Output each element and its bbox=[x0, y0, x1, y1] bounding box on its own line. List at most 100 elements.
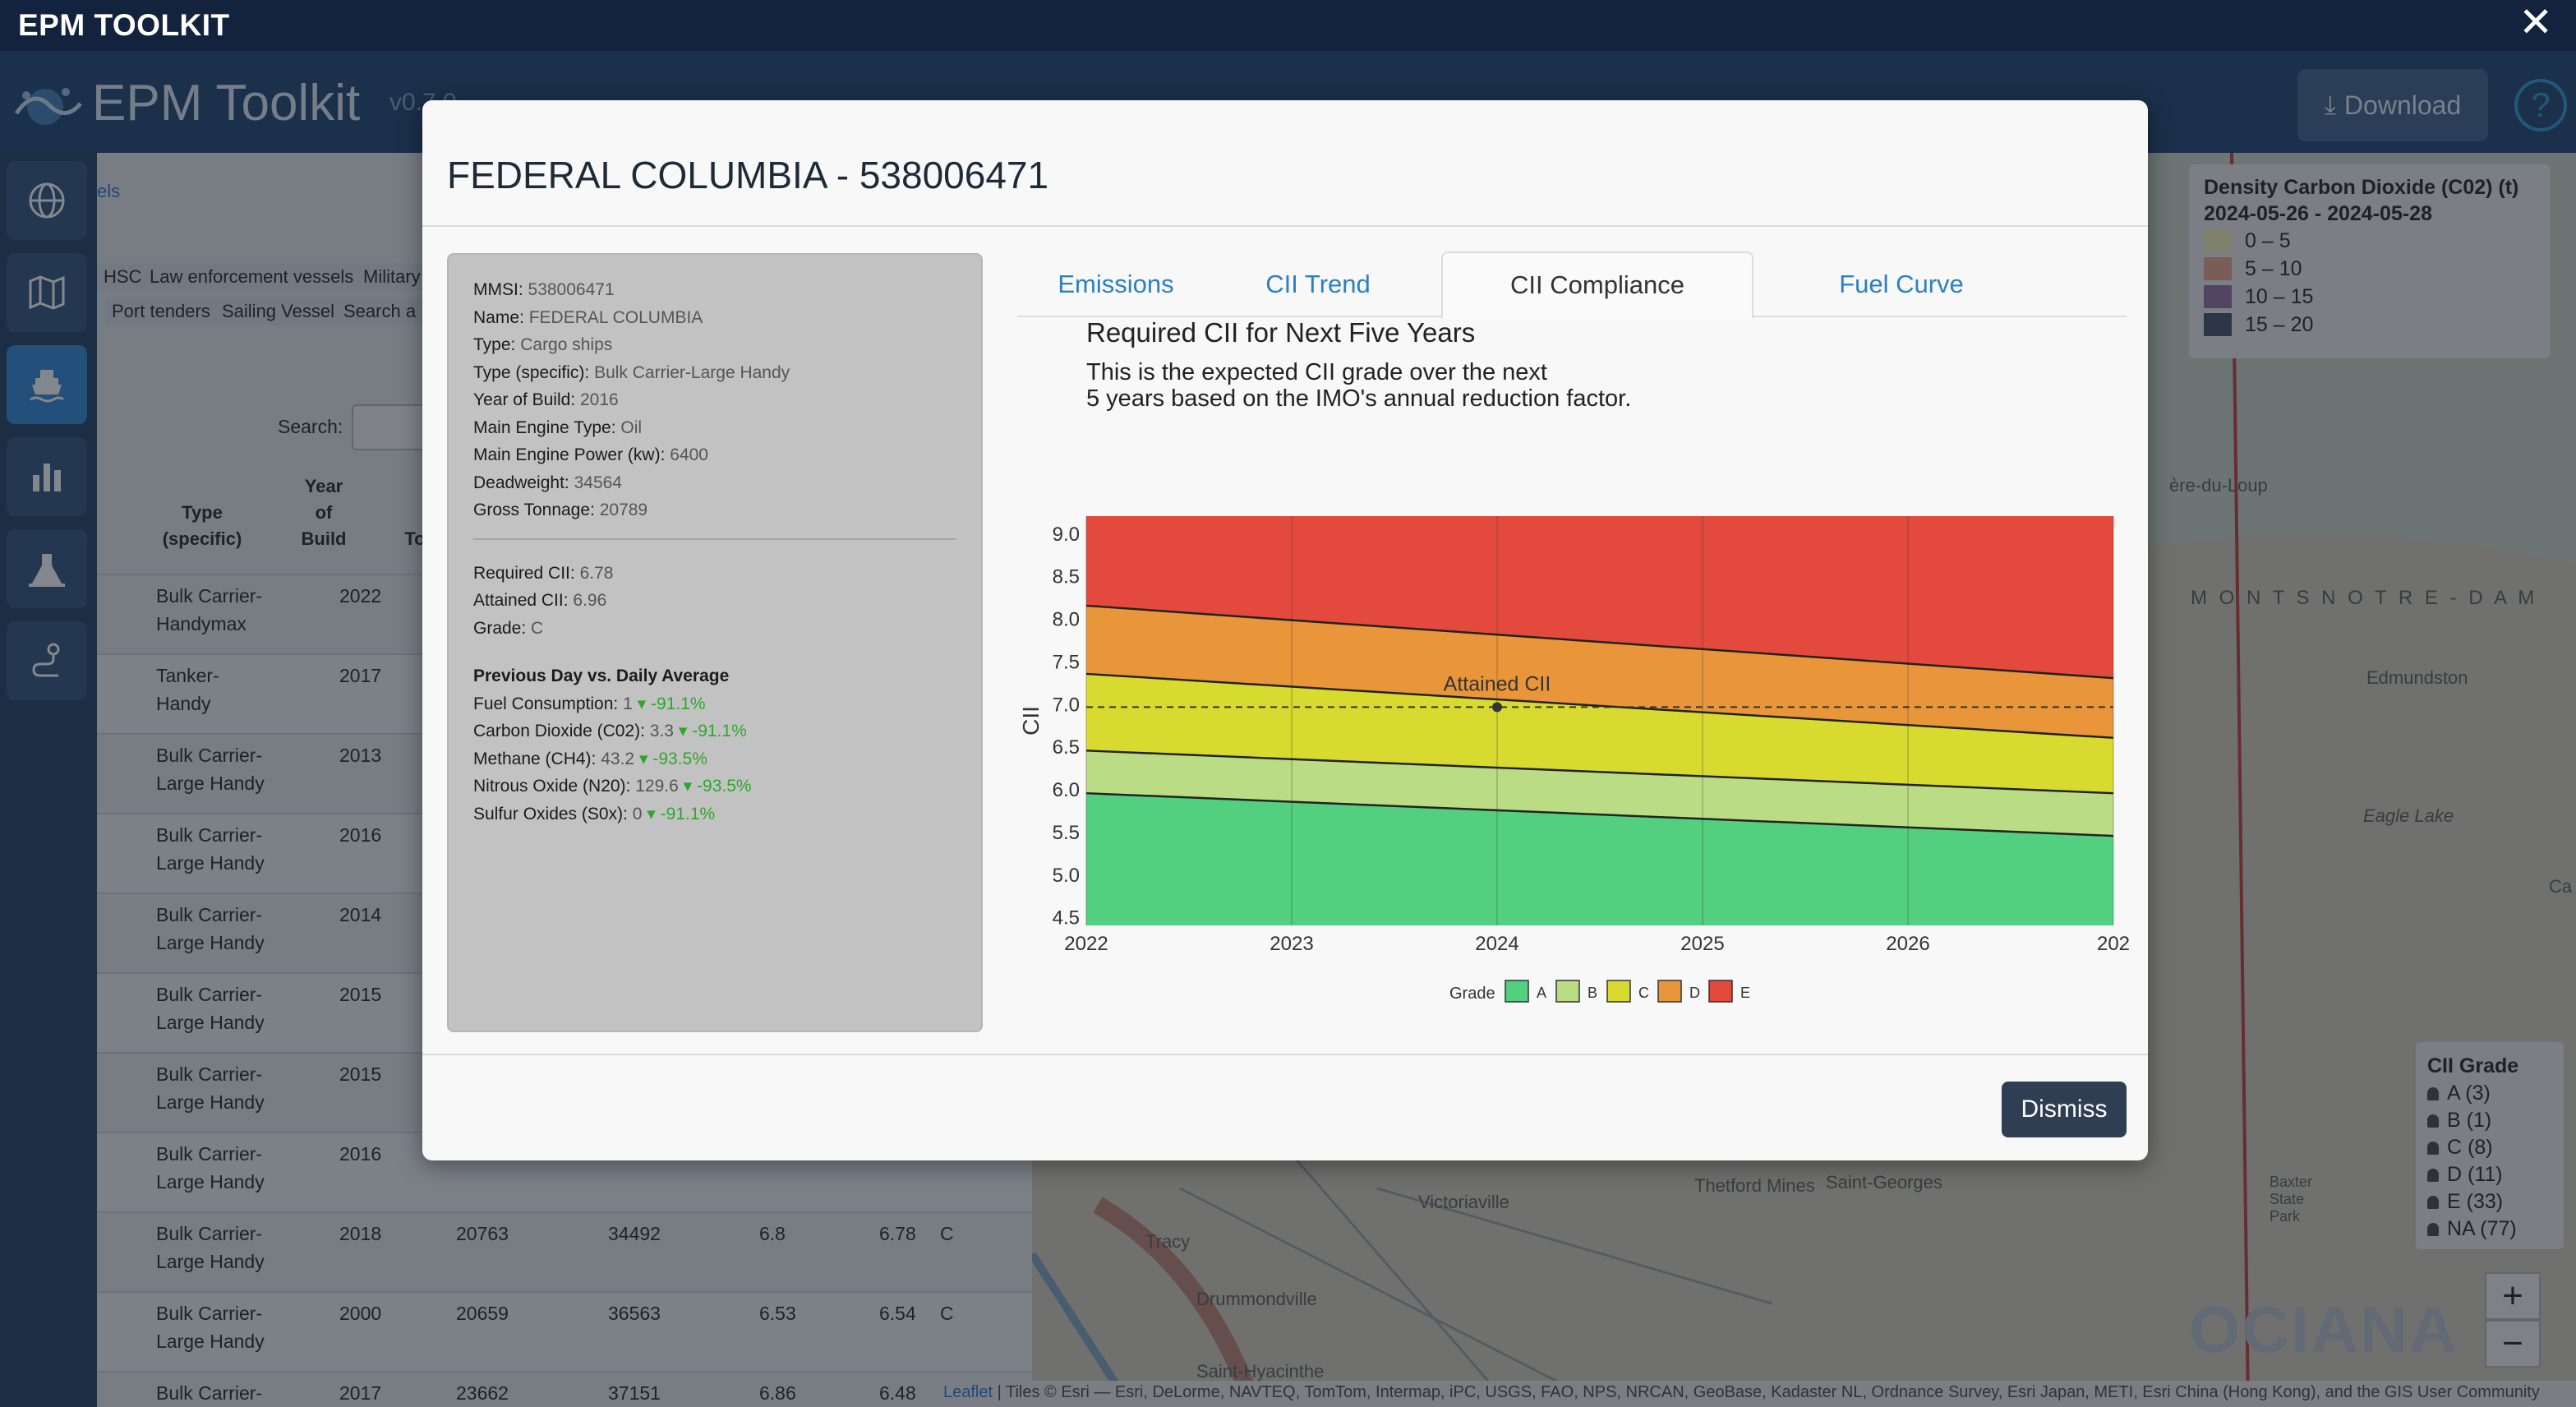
info-line: Methane (CH4): 43.2 ▾ -93.5% bbox=[473, 745, 956, 773]
y-tick-label: 5.0 bbox=[1053, 865, 1080, 887]
y-tick-label: 4.5 bbox=[1053, 907, 1080, 930]
info-line: Deadweight: 34564 bbox=[473, 469, 956, 497]
y-tick-label: 5.5 bbox=[1053, 822, 1080, 844]
info-line: Fuel Consumption: 1 ▾ -91.1% bbox=[473, 690, 956, 718]
x-tick-label: 202 bbox=[2097, 933, 2130, 955]
info-line: MMSI: 538006471 bbox=[473, 276, 956, 304]
info-key: Main Engine Power (kw): bbox=[473, 445, 666, 464]
change-indicator: ▾ -93.5% bbox=[683, 777, 752, 796]
info-line: Required CII: 6.78 bbox=[473, 560, 956, 588]
info-value: 6.78 bbox=[579, 563, 614, 583]
legend-swatch-E[interactable] bbox=[1708, 980, 1733, 1003]
cii-compliance-chart: Required CII for Next Five Years This is … bbox=[1018, 317, 2130, 1003]
tab-fuel-curve[interactable]: Fuel Curve bbox=[1795, 251, 2008, 317]
legend-swatch-D[interactable] bbox=[1657, 980, 1682, 1003]
divider bbox=[422, 225, 2148, 227]
info-line: Sulfur Oxides (S0x): 0 ▾ -91.1% bbox=[473, 800, 956, 828]
info-key: Gross Tonnage: bbox=[473, 501, 595, 519]
y-tick-label: 6.5 bbox=[1053, 736, 1080, 759]
tab-cii-trend[interactable]: CII Trend bbox=[1236, 251, 1400, 317]
legend-label: E bbox=[1740, 985, 1750, 1001]
legend-swatch-A[interactable] bbox=[1505, 980, 1529, 1003]
legend-label: B bbox=[1588, 985, 1597, 1001]
info-line: Main Engine Power (kw): 6400 bbox=[473, 441, 956, 469]
legend-label: D bbox=[1689, 985, 1700, 1001]
window-title-bar: EPM TOOLKIT ✕ bbox=[0, 0, 2576, 51]
legend-label: C bbox=[1638, 985, 1649, 1001]
info-key: Required CII: bbox=[473, 563, 575, 583]
close-icon[interactable]: ✕ bbox=[2518, 2, 2553, 43]
info-line: Year of Build: 2016 bbox=[473, 386, 956, 414]
y-tick-label: 9.0 bbox=[1053, 524, 1080, 546]
legend-swatch-B[interactable] bbox=[1555, 980, 1580, 1003]
change-indicator: ▾ -93.5% bbox=[638, 749, 707, 768]
info-key: Fuel Consumption: bbox=[473, 694, 619, 713]
info-value: 43.2 bbox=[601, 749, 635, 768]
info-value: Cargo ships bbox=[520, 335, 613, 354]
vessel-modal: FEDERAL COLUMBIA - 538006471 MMSI: 53800… bbox=[422, 100, 2148, 1160]
divider bbox=[422, 1054, 2148, 1055]
legend-label: A bbox=[1537, 985, 1546, 1001]
info-key: MMSI: bbox=[473, 280, 523, 299]
info-key: Year of Build: bbox=[473, 390, 576, 409]
info-key: Attained CII: bbox=[473, 591, 569, 610]
y-tick-label: 6.0 bbox=[1053, 779, 1080, 801]
x-tick-label: 2022 bbox=[1064, 933, 1108, 955]
chart-title: Required CII for Next Five Years bbox=[1086, 317, 1475, 348]
info-value: 3.3 bbox=[649, 722, 674, 740]
info-line: Carbon Dioxide (C02): 3.3 ▾ -91.1% bbox=[473, 717, 956, 745]
info-line: Nitrous Oxide (N20): 129.6 ▾ -93.5% bbox=[473, 773, 956, 800]
info-value: 20789 bbox=[599, 501, 648, 519]
info-value: Bulk Carrier-Large Handy bbox=[594, 362, 790, 382]
info-line: Attained CII: 6.96 bbox=[473, 587, 956, 615]
info-key: Nitrous Oxide (N20): bbox=[473, 777, 631, 796]
info-value: C bbox=[531, 618, 544, 638]
info-key: Sulfur Oxides (S0x): bbox=[473, 804, 628, 823]
info-value: 1 bbox=[623, 694, 633, 713]
info-key: Type (specific): bbox=[473, 362, 590, 382]
vessel-info-panel: MMSI: 538006471 Name: FEDERAL COLUMBIA Typ… bbox=[447, 253, 983, 1032]
info-key: Grade: bbox=[473, 618, 527, 638]
info-value: 34564 bbox=[574, 473, 622, 492]
info-line: Type (specific): Bulk Carrier-Large Hand… bbox=[473, 359, 956, 387]
y-tick-label: 7.0 bbox=[1053, 694, 1080, 716]
modal-title: FEDERAL COLUMBIA - 538006471 bbox=[447, 154, 1049, 196]
y-tick-label: 7.5 bbox=[1053, 651, 1080, 673]
info-value: 2016 bbox=[580, 390, 619, 409]
change-indicator: ▾ -91.1% bbox=[647, 804, 716, 823]
chart-subtitle: This is the expected CII grade over the … bbox=[1086, 359, 1547, 385]
divider bbox=[473, 537, 956, 540]
info-value: 6400 bbox=[670, 445, 708, 464]
info-value: 6.96 bbox=[573, 591, 607, 610]
info-key: Main Engine Type: bbox=[473, 417, 616, 437]
info-key: Name: bbox=[473, 307, 524, 327]
info-line: Grade: C bbox=[473, 615, 956, 643]
chart-subtitle: 5 years based on the IMO's annual reduct… bbox=[1086, 385, 1631, 412]
legend-title: Grade bbox=[1449, 985, 1495, 1003]
info-line: Gross Tonnage: 20789 bbox=[473, 496, 956, 524]
y-tick-label: 8.5 bbox=[1053, 566, 1080, 588]
tab-emissions[interactable]: Emissions bbox=[1034, 251, 1198, 317]
y-axis-label: CII bbox=[1018, 706, 1044, 736]
y-tick-label: 8.0 bbox=[1053, 609, 1080, 631]
legend-swatch-C[interactable] bbox=[1606, 980, 1631, 1003]
info-key: Type: bbox=[473, 335, 516, 354]
info-value: FEDERAL COLUMBIA bbox=[528, 307, 703, 327]
info-value: 0 bbox=[632, 804, 643, 823]
x-tick-label: 2023 bbox=[1270, 933, 1313, 955]
dismiss-button[interactable]: Dismiss bbox=[2002, 1082, 2127, 1137]
info-value: 538006471 bbox=[528, 280, 615, 299]
attained-cii-point bbox=[1492, 702, 1502, 713]
window-title: EPM TOOLKIT bbox=[18, 8, 230, 42]
x-tick-label: 2025 bbox=[1680, 933, 1724, 955]
info-value: Oil bbox=[620, 417, 643, 437]
tab-cii-compliance[interactable]: CII Compliance bbox=[1441, 251, 1753, 319]
compare-title: Previous Day vs. Daily Average bbox=[473, 667, 730, 685]
info-key: Methane (CH4): bbox=[473, 749, 597, 768]
info-line: Name: FEDERAL COLUMBIA bbox=[473, 304, 956, 332]
info-line: Type: Cargo ships bbox=[473, 331, 956, 359]
info-line: Main Engine Type: Oil bbox=[473, 414, 956, 442]
change-indicator: ▾ -91.1% bbox=[637, 694, 706, 713]
change-indicator: ▾ -91.1% bbox=[678, 722, 747, 740]
info-key: Deadweight: bbox=[473, 473, 569, 492]
